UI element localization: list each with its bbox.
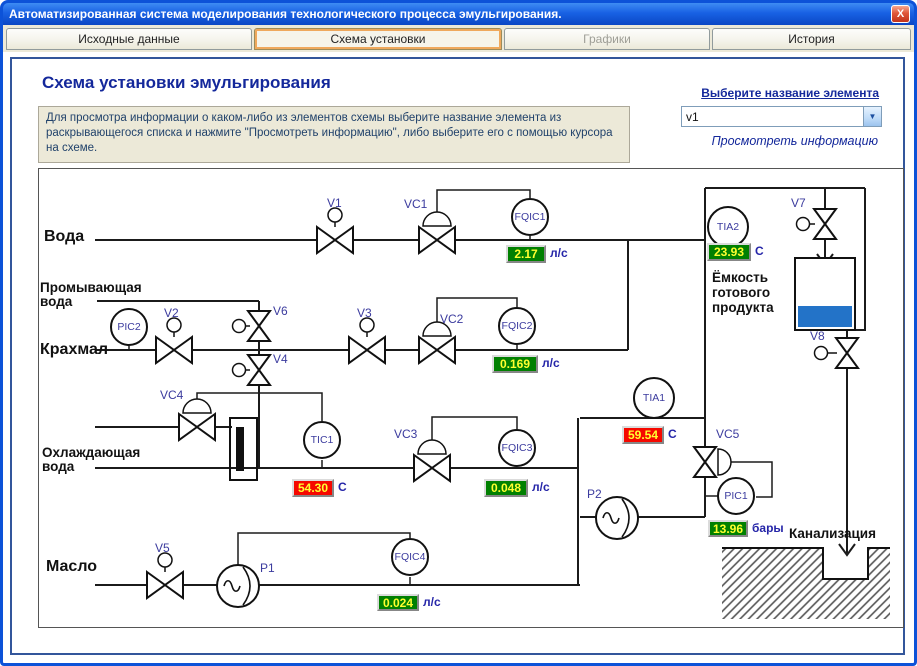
valve-tag-vc3: VC3 [394, 427, 418, 441]
valve-tag-v1: V1 [327, 196, 342, 210]
close-button[interactable]: X [891, 5, 910, 23]
stream-label-oil: Масло [46, 558, 98, 575]
readout-fqic1: 2.17 [506, 245, 546, 263]
valve-tag-vc4: VC4 [160, 388, 184, 402]
instruction-box: Для просмотра информации о каком-либо из… [38, 106, 630, 163]
tank-label-line2: готового [712, 285, 771, 300]
unit-fqic1: л/с [550, 246, 568, 260]
readout-tia2: 23.93 [707, 243, 751, 261]
dropdown-selected-value: v1 [686, 110, 699, 124]
instrument-tia2[interactable]: TIA2 [707, 206, 749, 248]
stream-label-water: Вода [44, 228, 85, 245]
unit-pic1: бары [752, 521, 784, 535]
tank-label-line3: продукта [712, 300, 774, 315]
title-bar: Автоматизированная система моделирования… [3, 3, 914, 25]
product-tank[interactable] [794, 257, 856, 331]
pump-p2[interactable] [595, 496, 639, 540]
valve-tag-vc5: VC5 [716, 427, 740, 441]
pump-p1[interactable] [216, 564, 260, 608]
instrument-tia1[interactable]: TIA1 [633, 377, 675, 419]
pump-tag-p1: P1 [260, 561, 275, 575]
valve-tag-v6: V6 [273, 304, 288, 318]
valve-tag-v3: V3 [357, 306, 372, 320]
page-title: Схема установки эмульгирования [42, 73, 331, 92]
valve-tag-v8: V8 [810, 329, 825, 343]
unit-tic1: C [338, 480, 347, 494]
select-element-label: Выберите название элемента [701, 86, 879, 100]
valve-tag-v2: V2 [164, 306, 179, 320]
valve-tag-vc1: VC1 [404, 197, 428, 211]
valve-tag-v4: V4 [273, 352, 288, 366]
valve-tag-v5: V5 [155, 541, 170, 555]
unit-fqic3: л/с [532, 480, 550, 494]
readout-fqic3: 0.048 [484, 479, 528, 497]
unit-fqic4: л/с [423, 595, 441, 609]
unit-tia1: C [668, 427, 677, 441]
tab-graphs[interactable]: Графики [504, 28, 710, 50]
instrument-fqic4[interactable]: FQIC4 [391, 538, 429, 576]
instrument-fqic3[interactable]: FQIC3 [498, 429, 536, 467]
window-title: Автоматизированная система моделирования… [9, 7, 562, 21]
tank-liquid-level [798, 306, 852, 327]
stream-label-washing-line2: вода [40, 294, 73, 309]
readout-tic1: 54.30 [292, 479, 334, 497]
tank-label-line1: Ёмкость [712, 270, 769, 285]
stream-label-starch: Крахмал [40, 341, 109, 358]
readout-fqic4: 0.024 [377, 594, 419, 611]
unit-fqic2: л/с [542, 356, 560, 370]
readout-pic1: 13.96 [708, 520, 748, 537]
valve-tag-v7: V7 [791, 196, 806, 210]
unit-tia2: C [755, 244, 764, 258]
sewer-label: Канализация [789, 526, 876, 541]
pump-tag-p2: P2 [587, 487, 602, 501]
instrument-pic1[interactable]: PIC1 [717, 477, 755, 515]
instrument-pic2[interactable]: PIC2 [110, 308, 148, 346]
readout-tia1: 59.54 [622, 426, 664, 444]
tab-history[interactable]: История [712, 28, 911, 50]
instrument-tic1[interactable]: TIC1 [303, 421, 341, 459]
chevron-down-icon[interactable]: ▼ [863, 107, 881, 126]
element-dropdown[interactable]: v1 ▼ [681, 106, 882, 127]
valve-tag-vc2: VC2 [440, 312, 464, 326]
readout-fqic2: 0.169 [492, 355, 538, 373]
instrument-fqic2[interactable]: FQIC2 [498, 307, 536, 345]
view-info-link[interactable]: Просмотреть информацию [700, 134, 878, 148]
instrument-fqic1[interactable]: FQIC1 [511, 198, 549, 236]
tab-installation-scheme[interactable]: Схема установки [254, 28, 502, 50]
stream-label-cooling-line2: вода [42, 459, 75, 474]
application-window: Автоматизированная система моделирования… [0, 0, 917, 666]
tab-strip: Исходные данные Схема установки Графики … [3, 25, 914, 52]
tab-initial-data[interactable]: Исходные данные [6, 28, 252, 50]
